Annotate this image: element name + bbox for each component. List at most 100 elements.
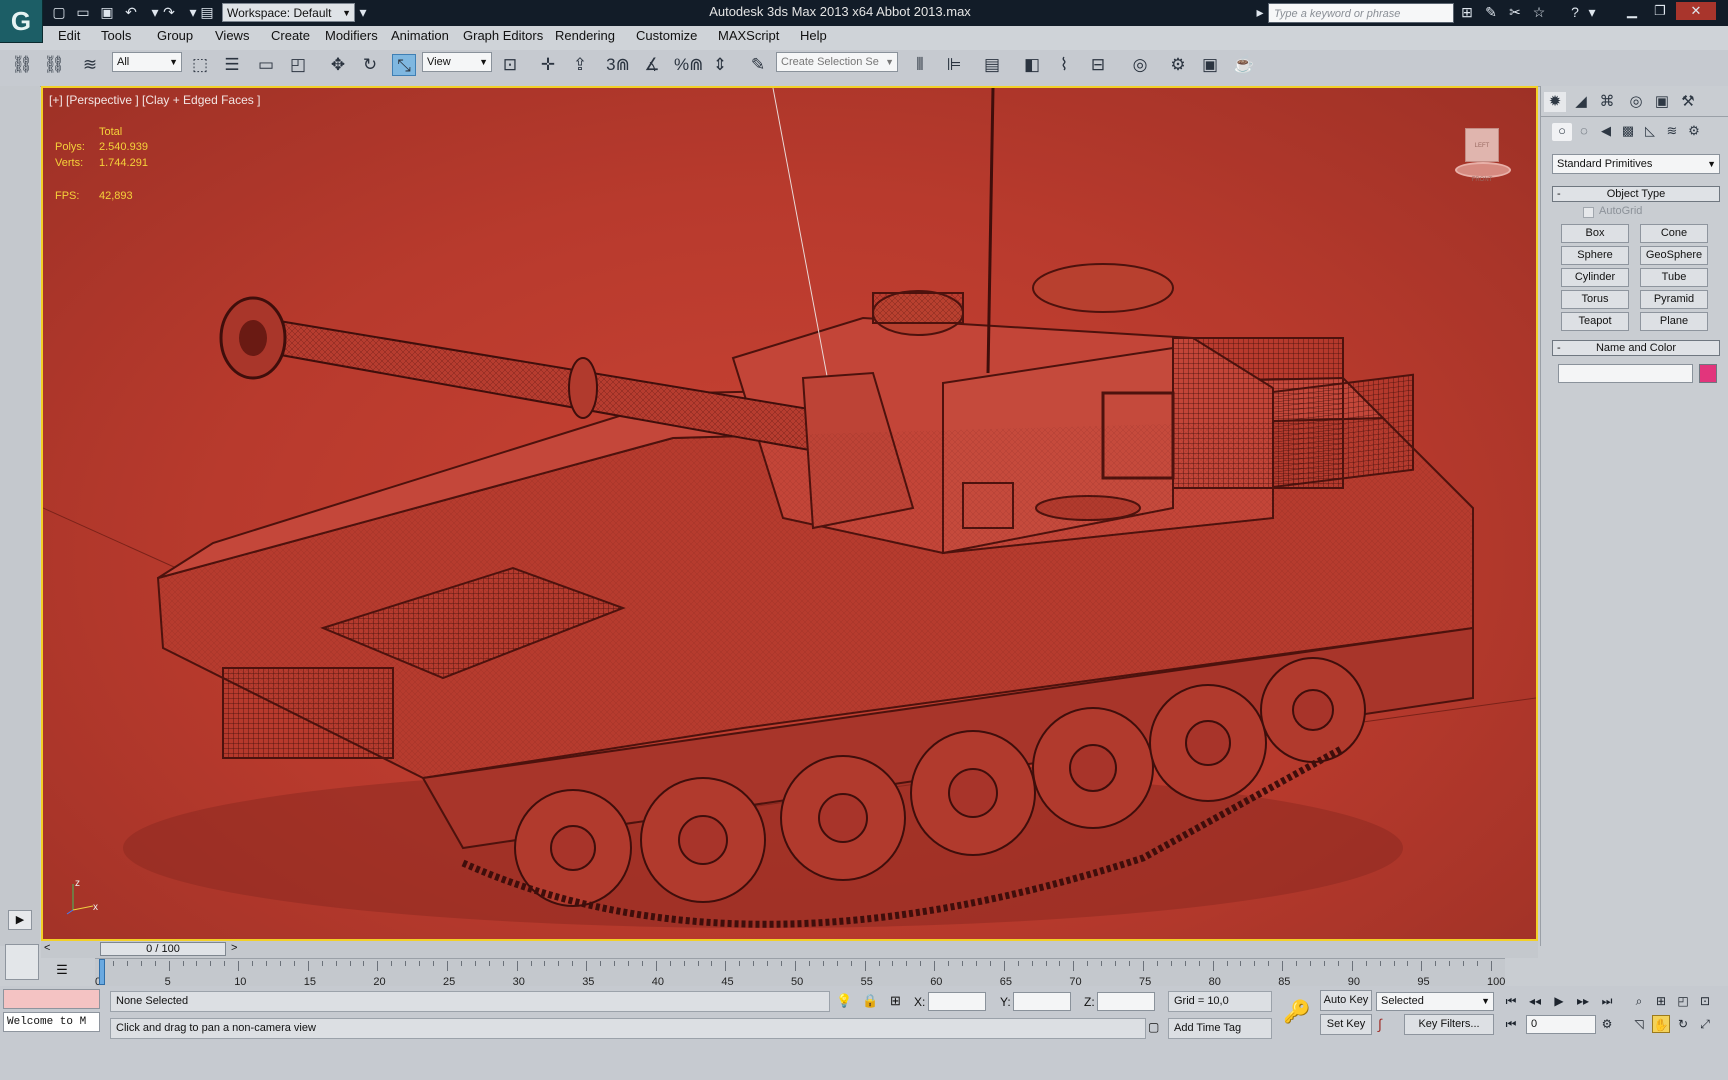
track-bar[interactable]: 0510152025303540455055606570758085909510… [95,958,1505,988]
new-file-icon[interactable]: ▢ [50,4,68,21]
set-keys-key-icon[interactable]: 🔑 [1280,990,1314,1034]
subscription-center-icon[interactable]: ✎ [1482,4,1500,21]
zoom-extents-icon[interactable]: ◰ [1674,992,1692,1010]
name-and-color-rollout[interactable]: - Name and Color [1552,340,1720,356]
object-type-rollout[interactable]: - Object Type [1552,186,1720,202]
menu-create[interactable]: Create [271,28,310,43]
reference-coordinate-dropdown[interactable]: View ▼ [422,52,492,72]
object-name-field[interactable] [1558,364,1693,383]
zoom-extents-all-icon[interactable]: ⊡ [1696,992,1714,1010]
select-and-rotate-icon[interactable]: ↻ [358,54,382,76]
auto-key-button[interactable]: Auto Key [1320,990,1372,1011]
select-by-name-icon[interactable]: ☰ [220,54,244,76]
orbit-icon[interactable]: ↻ [1674,1015,1692,1033]
menu-help[interactable]: Help [800,28,827,43]
zoom-icon[interactable]: ⌕ [1630,992,1648,1010]
teapot-button[interactable]: Teapot [1561,312,1629,331]
x-coordinate-field[interactable] [928,992,986,1011]
object-color-swatch[interactable] [1699,364,1717,383]
plane-button[interactable]: Plane [1640,312,1708,331]
primitive-category-dropdown[interactable]: Standard Primitives ▼ [1552,154,1720,174]
key-mode-selected-dropdown[interactable]: Selected ▼ [1376,992,1494,1011]
maxscript-mini-listener[interactable]: Welcome to M [3,1012,100,1032]
space-warps-icon[interactable]: ≋ [1662,123,1682,141]
cylinder-button[interactable]: Cylinder [1561,268,1629,287]
zoom-all-icon[interactable]: ⊞ [1652,992,1670,1010]
select-and-scale-icon[interactable]: ⤡ [392,54,416,76]
snaps-toggle-icon[interactable]: 3⋒ [606,54,630,76]
window-crossing-icon[interactable]: ◰ [286,54,310,76]
torus-button[interactable]: Torus [1561,290,1629,309]
selection-filter-dropdown[interactable]: All ▼ [112,52,182,72]
mirror-icon[interactable]: ⫴ [908,54,932,76]
restore-button[interactable]: ❐ [1648,2,1672,20]
autogrid-checkbox[interactable] [1583,207,1594,218]
sphere-button[interactable]: Sphere [1561,246,1629,265]
time-slider-next-button[interactable]: > [231,942,237,954]
motion-tab-icon[interactable]: ◎ [1625,92,1647,112]
material-editor-icon[interactable]: ◎ [1128,54,1152,76]
go-to-start-icon[interactable]: ⏮ [1502,992,1520,1010]
app-logo-button[interactable]: G [0,0,43,43]
quick-access-customize-icon[interactable]: ▾ [357,4,369,21]
key-mode-toggle-icon[interactable]: ⏮ [1502,1015,1520,1033]
mini-curve-editor-icon[interactable]: ☰ [50,962,74,982]
bind-to-space-warp-icon[interactable]: ≋ [78,54,102,76]
add-time-tag-button[interactable]: Add Time Tag [1168,1018,1272,1039]
lights-icon[interactable]: ◀ [1596,123,1616,141]
previous-frame-icon[interactable]: ◂◂ [1526,992,1544,1010]
graphite-modeling-tools-icon[interactable]: ◧ [1020,54,1044,76]
absolute-mode-icon[interactable]: ⊞ [890,993,901,1009]
time-slider-thumb[interactable]: 0 / 100 [100,942,226,956]
named-selection-set-dropdown[interactable]: Create Selection Se ▼ [776,52,898,72]
viewport-layout-tab[interactable] [5,944,39,980]
systems-icon[interactable]: ⚙ [1684,123,1704,141]
current-frame-field[interactable]: 0 [1526,1015,1596,1034]
select-object-icon[interactable]: ⬚ [188,54,212,76]
unlink-selection-icon[interactable]: ⛓ [42,54,66,76]
spinner-snap-icon[interactable]: ⇕ [708,54,732,76]
menu-tools[interactable]: Tools [101,28,131,43]
rendered-frame-window-icon[interactable]: ▣ [1198,54,1222,76]
layer-manager-icon[interactable]: ▤ [980,54,1004,76]
time-slider-prev-button[interactable]: < [44,942,50,954]
play-listener-button[interactable]: ▶ [8,910,32,930]
render-setup-icon[interactable]: ⚙ [1166,54,1190,76]
menu-maxscript[interactable]: MAXScript [718,28,779,43]
key-filters-button[interactable]: Key Filters... [1404,1014,1494,1035]
helpers-icon[interactable]: ◺ [1640,123,1660,141]
workspace-dropdown[interactable]: Workspace: Default ▼ [222,3,355,22]
set-key-button[interactable]: Set Key [1320,1014,1372,1035]
select-and-move-icon[interactable]: ✥ [326,54,350,76]
render-production-icon[interactable]: ☕ [1232,54,1256,76]
display-tab-icon[interactable]: ▣ [1651,92,1673,112]
pan-view-icon[interactable]: ✋ [1652,1015,1670,1033]
time-configuration-icon[interactable]: ⚙ [1598,1015,1616,1033]
schematic-view-icon[interactable]: ⊟ [1086,54,1110,76]
select-and-link-icon[interactable]: ⛓ [10,54,34,76]
minimize-button[interactable]: ▁ [1620,2,1644,20]
search-expand-icon[interactable]: ▸ [1254,4,1266,21]
help-icon[interactable]: ? [1566,4,1584,21]
y-coordinate-field[interactable] [1013,992,1071,1011]
project-folder-icon[interactable]: ▤ [198,4,216,21]
menu-group[interactable]: Group [157,28,193,43]
geometry-icon[interactable]: ○ [1552,123,1572,141]
create-tab-icon[interactable]: ✹ [1544,92,1566,112]
box-button[interactable]: Box [1561,224,1629,243]
save-file-icon[interactable]: ▣ [98,4,116,21]
perspective-viewport[interactable]: [+] [Perspective ] [Clay + Edged Faces ]… [41,86,1538,941]
menu-animation[interactable]: Animation [391,28,449,43]
close-button[interactable]: ✕ [1676,2,1716,20]
menu-views[interactable]: Views [215,28,249,43]
current-frame-marker[interactable] [99,959,105,985]
binoculars-icon[interactable]: ⊞ [1458,4,1476,21]
edit-named-selection-icon[interactable]: ✎ [746,54,770,76]
play-icon[interactable]: ▶ [1550,992,1568,1010]
utilities-tab-icon[interactable]: ⚒ [1677,92,1699,112]
hierarchy-tab-icon[interactable]: ⌘ [1596,92,1618,112]
menu-customize[interactable]: Customize [636,28,697,43]
viewcube[interactable]: LEFT FRONT [1445,128,1517,183]
favorites-star-icon[interactable]: ☆ [1530,4,1548,21]
open-file-icon[interactable]: ▭ [74,4,92,21]
